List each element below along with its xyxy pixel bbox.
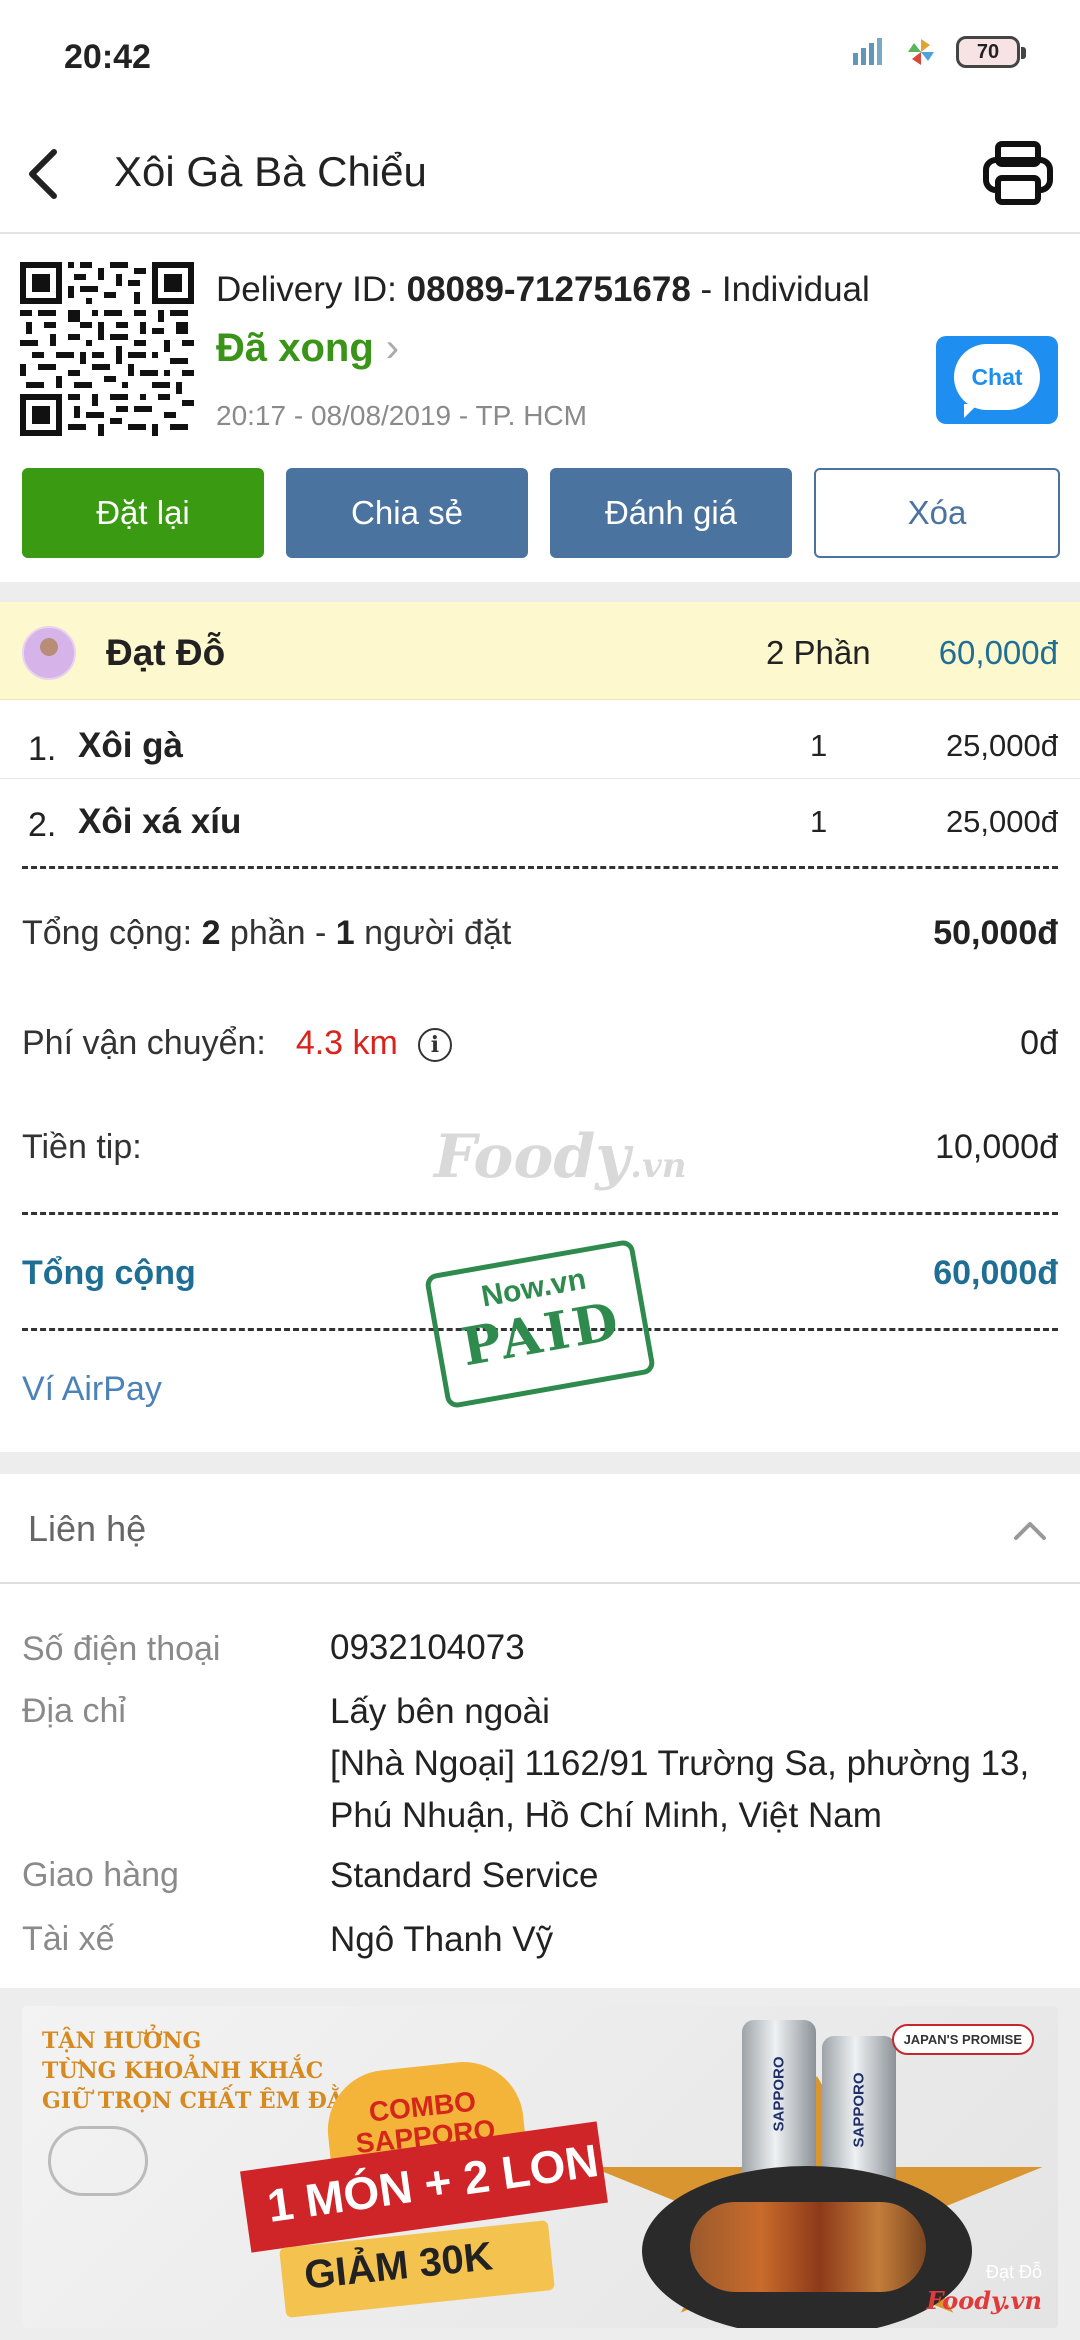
subtotal-portions: 2 — [201, 914, 221, 952]
driver-value: Ngô Thanh Vỹ — [330, 1920, 554, 1959]
printer-icon[interactable] — [982, 140, 1054, 206]
foody-watermark: Foody.vn — [434, 1122, 686, 1192]
status-time: 20:42 — [64, 38, 151, 76]
pinwheel-icon — [908, 39, 934, 65]
contact-section-header[interactable]: Liên hệ — [0, 1474, 1080, 1584]
total-label: Tổng cộng — [22, 1254, 196, 1292]
promo-banner[interactable]: TẬN HƯỞNG TỪNG KHOẢNH KHẮC GIỮ TRỌN CHẤT… — [22, 2006, 1058, 2328]
list-item: 1. Xôi gà 1 25,000đ — [0, 704, 1080, 780]
section-divider — [0, 1452, 1080, 1474]
item-quantity: 1 — [810, 804, 828, 839]
item-price: 25,000đ — [945, 804, 1058, 839]
banner-tagline-3: GIỮ TRỌN CHẤT ÊM ĐẰM — [42, 2088, 369, 2114]
page-title: Xôi Gà Bà Chiểu — [114, 148, 427, 195]
award-seal-icon — [48, 2126, 148, 2196]
orderer-name: Đạt Đỗ — [106, 632, 226, 673]
can-label: SAPPORO — [850, 2072, 868, 2148]
dashed-divider — [22, 866, 1058, 869]
action-buttons: Đặt lại Chia sẻ Đánh giá Xóa — [22, 468, 1060, 558]
tip-label: Tiền tip: — [22, 1128, 142, 1166]
address-value: Lấy bên ngoài [Nhà Ngoại] 1162/91 Trường… — [330, 1686, 1050, 1842]
item-index: 1. — [28, 730, 57, 768]
beer-can-image: SAPPORO — [742, 2020, 816, 2188]
delivery-service-value: Standard Service — [330, 1856, 599, 1895]
back-arrow-icon[interactable] — [14, 142, 78, 206]
address-line-1: Lấy bên ngoài — [330, 1692, 550, 1731]
chat-bubble-icon: Chat — [954, 344, 1040, 418]
section-divider — [0, 582, 1080, 602]
battery-indicator: 70 — [956, 36, 1026, 68]
status-bar: 20:42 70 — [0, 0, 1080, 118]
shipping-label-text: Phí vận chuyển: — [22, 1024, 266, 1062]
banner-tagline-1: TẬN HƯỞNG — [42, 2028, 202, 2054]
subtotal-value: 50,000đ — [933, 914, 1058, 952]
banner-brand: JAPAN'S PROMISE — [891, 2024, 1034, 2055]
tip-value: 10,000đ — [935, 1128, 1058, 1166]
qr-code-icon — [20, 262, 194, 436]
subtotal-label: Tổng cộng: 2 phần - 1 người đặt — [22, 914, 511, 953]
chat-button[interactable]: Chat — [936, 336, 1058, 424]
order-status-link[interactable]: Đã xong › — [216, 326, 399, 371]
banner-tagline-2: TỪNG KHOẢNH KHẮC — [42, 2058, 324, 2084]
shipping-value: 0đ — [1020, 1024, 1058, 1062]
item-quantity: 1 — [810, 728, 828, 763]
order-status: Đã xong — [216, 326, 374, 370]
total-value: 60,000đ — [933, 1254, 1058, 1292]
chevron-right-icon: › — [385, 326, 400, 370]
shipping-label: Phí vận chuyển: 4.3 km i — [22, 1024, 452, 1063]
delivery-id-value: 08089-712751678 — [406, 270, 691, 309]
header-bar: Xôi Gà Bà Chiểu — [0, 118, 1080, 234]
subtotal-mid: phần - — [220, 914, 336, 952]
item-name: Xôi gà — [78, 726, 184, 765]
watermark-suffix: .vn — [630, 1146, 687, 1186]
skewer-food-image — [690, 2202, 926, 2292]
reorder-button[interactable]: Đặt lại — [22, 468, 264, 558]
phone-value[interactable]: 0932104073 — [330, 1622, 1050, 1674]
subtotal-prefix: Tổng cộng: — [22, 914, 202, 952]
delete-button[interactable]: Xóa — [814, 468, 1060, 558]
orderer-portions: 2 Phần — [766, 634, 871, 671]
dashed-divider — [22, 1212, 1058, 1215]
delivery-id-label: Delivery ID: — [216, 270, 397, 309]
status-icons: 70 — [852, 36, 1026, 68]
contact-title: Liên hệ — [28, 1508, 147, 1549]
banner-owner: Đạt Đỗ — [985, 2262, 1042, 2282]
list-item: 2. Xôi xá xíu 1 25,000đ — [0, 780, 1080, 856]
item-index: 2. — [28, 806, 57, 844]
phone-label: Số điện thoại — [22, 1630, 221, 1668]
share-button[interactable]: Chia sẻ — [286, 468, 528, 558]
chevron-up-icon[interactable] — [1010, 1510, 1050, 1550]
foody-logo: Foody.vn — [926, 2286, 1042, 2315]
avatar — [22, 626, 76, 680]
subtotal-people: 1 — [335, 914, 355, 952]
orderer-row: Đạt Đỗ 2 Phần 60,000đ — [0, 602, 1080, 700]
info-icon[interactable]: i — [417, 1028, 452, 1063]
banner-tagline: TẬN HƯỞNG TỪNG KHOẢNH KHẮC GIỮ TRỌN CHẤT… — [42, 2026, 368, 2116]
delivery-service-label: Giao hàng — [22, 1856, 179, 1894]
watermark-text: Foody — [434, 1122, 631, 1192]
rate-button[interactable]: Đánh giá — [550, 468, 792, 558]
signal-icon — [853, 38, 882, 65]
item-divider — [0, 778, 1080, 779]
delivery-id-line: Delivery ID: 08089-712751678 - Individua… — [216, 270, 870, 310]
item-name: Xôi xá xíu — [78, 802, 242, 841]
shipping-distance: 4.3 km — [295, 1024, 398, 1062]
subtotal-suffix: người đặt — [354, 914, 512, 952]
item-price: 25,000đ — [945, 728, 1058, 763]
payment-method: Ví AirPay — [22, 1370, 162, 1408]
delivery-type: - Individual — [700, 270, 870, 309]
address-line-2: [Nhà Ngoại] 1162/91 Trường Sa, phường 13… — [330, 1744, 1030, 1835]
order-time-place: 20:17 - 08/08/2019 - TP. HCM — [216, 400, 587, 431]
address-label: Địa chỉ — [22, 1692, 126, 1730]
orderer-total: 60,000đ — [938, 634, 1058, 671]
can-label: SAPPORO — [770, 2056, 788, 2132]
paid-stamp: Now.vn PAID — [423, 1238, 657, 1410]
driver-label: Tài xế — [22, 1920, 115, 1958]
